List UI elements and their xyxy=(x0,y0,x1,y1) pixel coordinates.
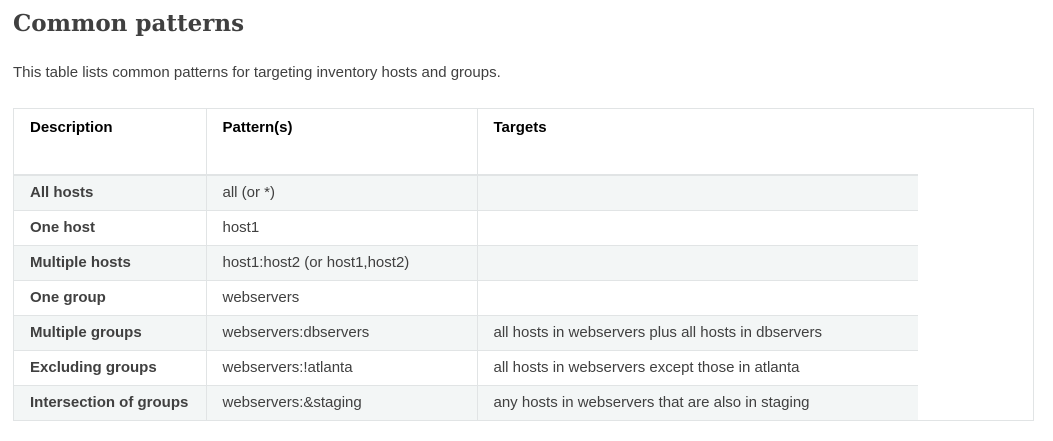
table-row: Multiple groups webservers:dbservers all… xyxy=(14,315,918,351)
cell-description: Multiple groups xyxy=(14,315,206,351)
cell-targets: all hosts in webservers plus all hosts i… xyxy=(476,315,918,351)
table-row: All hosts all (or *) xyxy=(14,175,918,211)
cell-description: Multiple hosts xyxy=(14,245,206,281)
patterns-table: Description Pattern(s) Targets All hosts… xyxy=(14,109,918,420)
section-heading: Common patterns xyxy=(13,10,245,37)
cell-pattern: host1:host2 (or host1,host2) xyxy=(205,245,477,281)
table-row: Intersection of groups webservers:&stagi… xyxy=(14,385,918,420)
cell-pattern: all (or *) xyxy=(205,175,477,211)
column-header-targets: Targets xyxy=(476,109,918,176)
cell-targets xyxy=(476,245,918,281)
table-header-row: Description Pattern(s) Targets xyxy=(14,109,918,176)
cell-targets xyxy=(476,175,918,211)
cell-targets: all hosts in webservers except those in … xyxy=(476,350,918,386)
table-row: Multiple hosts host1:host2 (or host1,hos… xyxy=(14,245,918,281)
table-row: One host host1 xyxy=(14,210,918,246)
cell-pattern: host1 xyxy=(205,210,477,246)
intro-paragraph: This table lists common patterns for tar… xyxy=(13,64,501,81)
cell-description: Excluding groups xyxy=(14,350,206,386)
cell-targets xyxy=(476,280,918,316)
table-row: Excluding groups webservers:!atlanta all… xyxy=(14,350,918,386)
cell-pattern: webservers:&staging xyxy=(205,385,477,420)
cell-pattern: webservers xyxy=(205,280,477,316)
cell-pattern: webservers:!atlanta xyxy=(205,350,477,386)
cell-description: One host xyxy=(14,210,206,246)
cell-description: One group xyxy=(14,280,206,316)
cell-pattern: webservers:dbservers xyxy=(205,315,477,351)
cell-description: Intersection of groups xyxy=(14,385,206,420)
table-row: One group webservers xyxy=(14,280,918,316)
column-header-patterns: Pattern(s) xyxy=(205,109,477,176)
patterns-table-container: Description Pattern(s) Targets All hosts… xyxy=(13,108,1034,421)
cell-description: All hosts xyxy=(14,175,206,211)
cell-targets: any hosts in webservers that are also in… xyxy=(476,385,918,420)
column-header-description: Description xyxy=(14,109,206,176)
cell-targets xyxy=(476,210,918,246)
